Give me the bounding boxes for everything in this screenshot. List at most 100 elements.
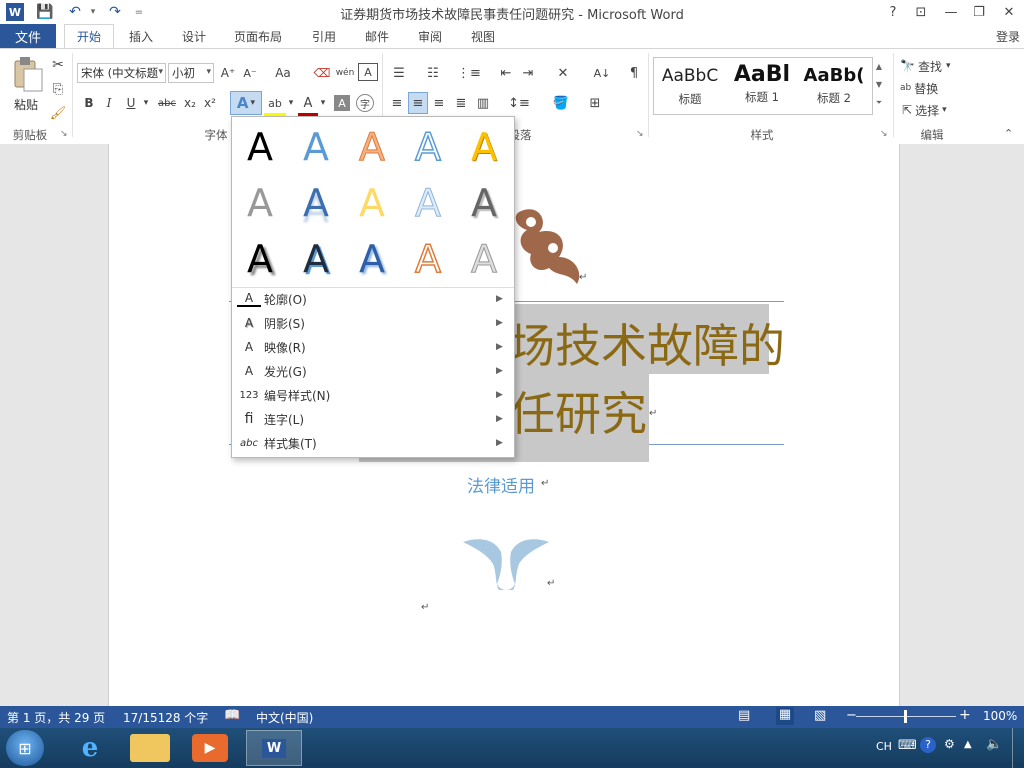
paste-button[interactable]: 粘贴 bbox=[6, 55, 46, 125]
text-effects-button[interactable]: A ▾ bbox=[230, 91, 262, 115]
zoom-level[interactable]: 100% bbox=[983, 709, 1017, 723]
chevron-down-icon[interactable]: ▾ bbox=[318, 93, 328, 113]
justify-icon[interactable]: ≣ bbox=[452, 93, 470, 113]
minimize-button[interactable]: — bbox=[938, 2, 964, 22]
keyboard-icon[interactable]: ⌨ bbox=[898, 738, 917, 753]
close-button[interactable]: ✕ bbox=[996, 2, 1022, 22]
paragraph-launcher-icon[interactable]: ↘ bbox=[636, 129, 644, 139]
effect-option[interactable]: A bbox=[400, 119, 456, 175]
change-case-button[interactable]: Aa bbox=[268, 63, 298, 83]
zoom-slider-thumb[interactable] bbox=[904, 710, 907, 723]
read-mode-icon[interactable]: ▤ bbox=[738, 708, 750, 723]
enclose-characters-icon[interactable]: 字 bbox=[356, 94, 374, 112]
bold-button[interactable]: B bbox=[80, 93, 98, 113]
cut-icon[interactable]: ✂ bbox=[48, 55, 68, 75]
asian-layout-icon[interactable]: ✕ bbox=[550, 63, 576, 83]
shrink-font-icon[interactable]: A⁻ bbox=[240, 63, 260, 83]
bullets-icon[interactable]: ☰ bbox=[386, 63, 412, 83]
font-size-combo[interactable]: 小初 ▾ bbox=[168, 63, 214, 83]
effect-option[interactable]: A bbox=[344, 231, 400, 287]
ribbon-display-button[interactable]: ⊡ bbox=[908, 2, 934, 22]
media-player-icon[interactable]: ▶ bbox=[192, 734, 228, 762]
effect-option[interactable]: A bbox=[232, 119, 288, 175]
clipboard-launcher-icon[interactable]: ↘ bbox=[60, 129, 68, 139]
character-border-icon[interactable]: A bbox=[358, 63, 378, 81]
grow-font-icon[interactable]: A⁺ bbox=[218, 63, 238, 83]
distribute-icon[interactable]: ▥ bbox=[474, 93, 492, 113]
zoom-in-icon[interactable]: + bbox=[959, 707, 971, 723]
style-title[interactable]: AaBbC 标题 bbox=[654, 58, 726, 114]
character-shading-icon[interactable]: A bbox=[334, 95, 350, 111]
restore-button[interactable]: ❐ bbox=[966, 2, 992, 22]
style-heading-2[interactable]: AaBb( 标题 2 bbox=[798, 58, 870, 114]
print-layout-icon[interactable]: ▦ bbox=[776, 707, 794, 725]
align-left-icon[interactable]: ≡ bbox=[388, 93, 406, 113]
borders-icon[interactable]: ⊞ bbox=[580, 93, 610, 113]
tab-view[interactable]: 视图 bbox=[462, 24, 504, 48]
line-spacing-icon[interactable]: ↕≡ bbox=[504, 93, 534, 113]
effect-option[interactable]: A bbox=[288, 231, 344, 287]
document-title-line2[interactable]: 任研究 bbox=[509, 378, 647, 444]
proofing-icon[interactable]: 📖 bbox=[224, 708, 240, 723]
effect-option[interactable]: A bbox=[456, 175, 512, 231]
find-button[interactable]: 🔭 查找 ▾ bbox=[900, 57, 951, 75]
menu-item-reflection[interactable]: A 映像(R) ▶ bbox=[232, 335, 512, 359]
word-taskbar-button[interactable]: W bbox=[246, 730, 302, 766]
menu-item-number-style[interactable]: 123 编号样式(N) ▶ bbox=[232, 383, 512, 407]
align-center-icon[interactable]: ≡ bbox=[408, 92, 428, 114]
show-desktop-button[interactable] bbox=[1012, 728, 1024, 768]
underline-button[interactable]: U bbox=[122, 93, 140, 113]
styles-gallery[interactable]: AaBbC 标题 AaBl 标题 1 AaBb( 标题 2 ▲ ▼ ⏷ bbox=[653, 57, 882, 115]
help-tray-icon[interactable]: ? bbox=[920, 737, 936, 753]
clear-formatting-icon[interactable]: ⌫ bbox=[312, 63, 332, 83]
font-color-icon[interactable]: A bbox=[298, 93, 318, 116]
effect-option[interactable]: A bbox=[456, 231, 512, 287]
menu-item-outline[interactable]: A 轮廓(O) ▶ bbox=[232, 287, 512, 311]
effect-option[interactable]: A bbox=[400, 231, 456, 287]
italic-button[interactable]: I bbox=[100, 93, 118, 113]
start-button[interactable]: ⊞ bbox=[6, 730, 44, 766]
web-layout-icon[interactable]: ▧ bbox=[814, 708, 826, 723]
tray-expand-icon[interactable]: ▲ bbox=[964, 739, 972, 750]
sign-in-link[interactable]: 登录 bbox=[992, 24, 1024, 48]
volume-icon[interactable]: 🔈 bbox=[986, 737, 1002, 752]
language-indicator[interactable]: 中文(中国) bbox=[256, 709, 313, 726]
replace-button[interactable]: ab 替换 bbox=[900, 79, 938, 97]
effect-option[interactable]: A bbox=[232, 231, 288, 287]
format-painter-icon[interactable]: 🖌 bbox=[48, 103, 68, 123]
tab-home[interactable]: 开始 bbox=[64, 24, 114, 49]
copy-icon[interactable]: ⎘ bbox=[48, 79, 68, 99]
menu-item-stylistic-sets[interactable]: abc 样式集(T) ▶ bbox=[232, 431, 512, 455]
help-button[interactable]: ? bbox=[880, 2, 906, 22]
shading-icon[interactable]: 🪣 bbox=[546, 93, 576, 113]
highlight-icon[interactable]: ab bbox=[264, 93, 286, 116]
effect-option[interactable]: A bbox=[344, 119, 400, 175]
menu-item-shadow[interactable]: A 阴影(S) ▶ bbox=[232, 311, 512, 335]
chevron-down-icon[interactable]: ▾ bbox=[141, 93, 151, 113]
effect-option[interactable]: A bbox=[400, 175, 456, 231]
page-count[interactable]: 第 1 页，共 29 页 bbox=[7, 709, 105, 726]
styles-scroll[interactable]: ▲ ▼ ⏷ bbox=[872, 58, 885, 114]
effect-option[interactable]: A bbox=[344, 175, 400, 231]
tab-references[interactable]: 引用 bbox=[302, 24, 346, 48]
tray-settings-icon[interactable]: ⚙ bbox=[944, 737, 955, 751]
ie-icon[interactable]: e bbox=[70, 732, 110, 764]
tab-design[interactable]: 设计 bbox=[172, 24, 216, 48]
align-right-icon[interactable]: ≡ bbox=[430, 93, 448, 113]
styles-launcher-icon[interactable]: ↘ bbox=[880, 129, 888, 139]
menu-item-glow[interactable]: A 发光(G) ▶ bbox=[232, 359, 512, 383]
strikethrough-button[interactable]: abc bbox=[155, 93, 179, 113]
effect-option[interactable]: A bbox=[232, 175, 288, 231]
tab-insert[interactable]: 插入 bbox=[120, 24, 162, 48]
ime-indicator[interactable]: CH bbox=[876, 740, 892, 753]
document-subtitle[interactable]: 法律适用 bbox=[467, 472, 535, 497]
superscript-button[interactable]: x² bbox=[201, 93, 219, 113]
numbering-icon[interactable]: ☷ bbox=[420, 63, 446, 83]
effect-option[interactable]: A bbox=[288, 175, 344, 231]
effect-option[interactable]: A bbox=[288, 119, 344, 175]
multilevel-list-icon[interactable]: ⋮≡ bbox=[454, 63, 484, 83]
sort-icon[interactable]: A↓ bbox=[592, 63, 612, 83]
explorer-icon[interactable] bbox=[130, 734, 170, 762]
effect-option[interactable]: A bbox=[456, 119, 512, 175]
chevron-down-icon[interactable]: ▾ bbox=[286, 93, 296, 113]
